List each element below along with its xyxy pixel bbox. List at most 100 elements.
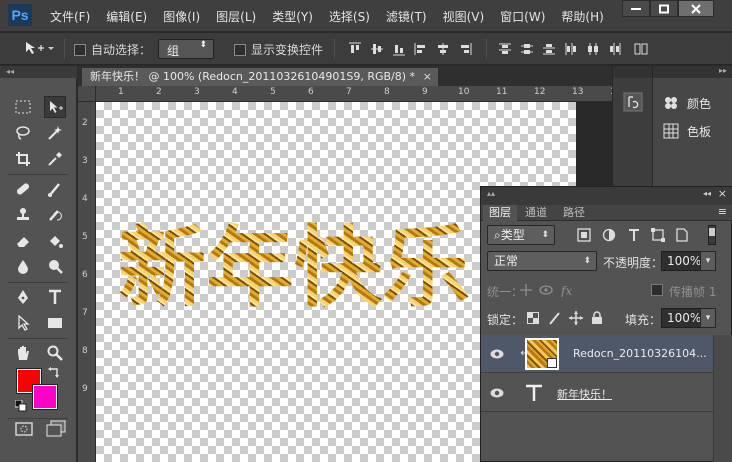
color-panel-button[interactable]: 颜色 [663,92,711,114]
auto-select-toggle[interactable]: 自动选择： [74,41,151,58]
vertical-ruler[interactable]: 2 3 4 5 6 7 8 9 [78,102,96,462]
close-window-button[interactable] [678,0,714,17]
type-layer-filter-icon[interactable] [627,228,641,242]
path-selection-tool[interactable] [12,312,34,334]
align-right-edges-icon[interactable] [458,42,472,56]
filter-kind-dropdown[interactable]: ⌕类型 ⬍ [487,225,555,245]
show-transform-checkbox[interactable] [234,43,246,56]
menu-edit[interactable]: 编辑(E) [106,8,147,25]
background-color-swatch[interactable] [32,384,58,410]
minimize-button[interactable] [622,0,650,17]
distribute-top-icon[interactable] [498,42,512,56]
pixel-layer-filter-icon[interactable] [577,228,591,242]
menu-file[interactable]: 文件(F) [50,8,90,25]
lock-image-pixels-icon[interactable] [548,311,562,325]
layer-row-image[interactable]: ↲ Redocn_20110326104... [481,335,713,373]
history-panel-icon[interactable] [623,92,643,112]
distribute-right-icon[interactable] [608,42,622,56]
ruler-origin[interactable] [78,86,96,102]
menu-filter[interactable]: 滤镜(T) [386,8,427,25]
auto-align-layers-icon[interactable] [634,42,648,56]
smart-object-filter-icon[interactable] [675,228,689,242]
magic-wand-tool[interactable] [44,122,66,144]
zoom-tool[interactable] [44,342,66,364]
tab-layers[interactable]: 图层 [483,205,517,221]
menu-image[interactable]: 图像(I) [163,8,200,25]
marquee-tool[interactable] [12,96,34,118]
align-horizontal-centers-icon[interactable] [436,42,450,56]
fill-slider-toggle[interactable]: ▾ [700,308,716,328]
hand-tool[interactable] [12,342,34,364]
align-left-edges-icon[interactable] [414,42,428,56]
panel-collapse-icon[interactable]: ◂◂ [703,189,711,198]
shape-layer-filter-icon[interactable] [651,228,665,242]
fill-input[interactable]: 100% [661,308,701,328]
dodge-tool[interactable] [44,256,66,278]
maximize-button[interactable] [650,0,678,17]
auto-select-target-dropdown[interactable]: 组 ⬍ [158,39,214,59]
panel-close-icon[interactable]: × [718,187,727,200]
menu-window[interactable]: 窗口(W) [500,8,545,25]
rectangle-tool[interactable] [44,312,66,334]
clone-stamp-tool[interactable] [12,204,34,226]
layer-name[interactable]: 新年快乐！ [557,386,612,402]
layer-row-text[interactable]: 新年快乐！ [481,374,713,412]
menu-layer[interactable]: 图层(L) [216,8,256,25]
tab-channels[interactable]: 通道 [519,205,553,221]
swatches-panel-button[interactable]: 色板 [663,120,711,142]
eraser-tool[interactable] [12,230,34,252]
align-top-edges-icon[interactable] [348,42,362,56]
document-tab[interactable]: 新年快乐！ @ 100% (Redocn_20110326104901S9, R… [82,68,438,86]
type-tool[interactable] [44,286,66,308]
filter-toggle-switch[interactable] [708,225,716,245]
show-transform-toggle[interactable]: 显示变换控件 [234,41,323,58]
dock-collapse-icon[interactable]: ▸▸ [719,66,727,75]
menu-type[interactable]: 类型(Y) [272,8,313,25]
paint-bucket-tool[interactable] [44,230,66,252]
lock-position-icon[interactable] [569,311,583,325]
default-colors-icon[interactable] [15,400,27,412]
tab-paths[interactable]: 路径 [557,205,591,221]
opacity-input[interactable]: 100% [661,251,701,271]
text-layer-thumbnail-icon[interactable] [525,384,543,402]
menu-select[interactable]: 选择(S) [329,8,370,25]
align-bottom-edges-icon[interactable] [392,42,406,56]
brush-tool[interactable] [44,178,66,200]
distribute-bottom-icon[interactable] [542,42,556,56]
pen-tool[interactable] [12,286,34,308]
lasso-tool[interactable] [12,122,34,144]
unify-visibility-icon[interactable] [539,283,553,297]
document-close-icon[interactable]: × [423,68,432,86]
swap-colors-icon[interactable] [48,366,60,378]
auto-select-checkbox[interactable] [74,43,86,56]
lock-transparent-pixels-icon[interactable] [527,312,539,324]
horizontal-ruler[interactable]: 1 2 3 4 5 6 7 8 9 10 11 12 13 14 [96,86,652,102]
healing-brush-tool[interactable] [12,178,34,200]
history-brush-tool[interactable] [44,204,66,226]
distribute-vertical-centers-icon[interactable] [520,42,534,56]
visibility-eye-icon[interactable] [490,348,504,360]
blend-mode-dropdown[interactable]: 正常 ⬍ [487,251,597,271]
distribute-horizontal-centers-icon[interactable] [586,42,600,56]
layer-name[interactable]: Redocn_20110326104... [573,347,707,360]
panel-menu-icon[interactable]: ≡ [718,205,727,218]
align-vertical-centers-icon[interactable] [370,42,384,56]
tool-preset-picker[interactable] [24,40,56,59]
layers-scrollbar[interactable] [713,335,732,462]
panel-drag-grip[interactable]: ▴▴ [487,189,495,198]
layer-thumbnail[interactable] [525,338,559,370]
menu-view[interactable]: 视图(V) [443,8,485,25]
unify-style-icon[interactable]: fx [561,283,577,297]
opacity-slider-toggle[interactable]: ▾ [700,251,716,271]
blur-tool[interactable] [12,256,34,278]
quick-mask-icon[interactable] [15,422,33,436]
lock-all-icon[interactable] [591,311,603,325]
menu-help[interactable]: 帮助(H) [561,8,603,25]
distribute-left-icon[interactable] [564,42,578,56]
unify-position-icon[interactable] [519,283,533,297]
adjustment-layer-filter-icon[interactable] [602,228,616,242]
tools-collapse-icon[interactable]: ◂◂ [0,66,77,78]
eyedropper-tool[interactable] [44,148,66,170]
propagate-frame-checkbox[interactable] [651,284,663,296]
gold-glitter-text[interactable]: 新年快乐 [118,218,470,318]
